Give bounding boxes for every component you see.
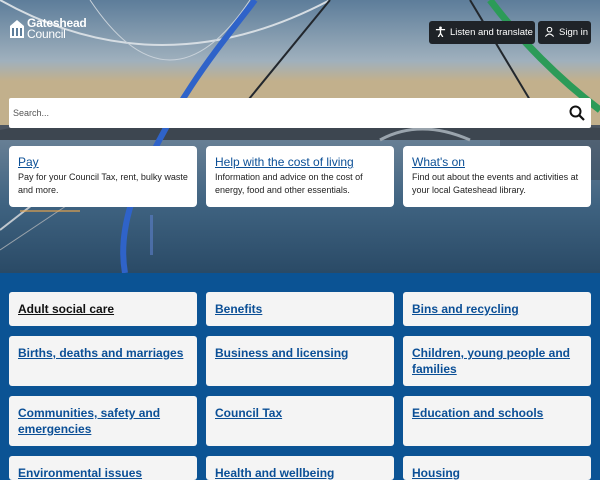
listen-and-translate-button[interactable]: Listen and translate: [429, 21, 535, 44]
search-input[interactable]: [9, 98, 559, 128]
service-link-children-young-people-families[interactable]: Children, young people and families: [403, 336, 591, 386]
promo-title-pay[interactable]: Pay: [18, 155, 188, 169]
council-building-icon: [10, 20, 24, 38]
promo-title-cost-of-living[interactable]: Help with the cost of living: [215, 155, 385, 169]
sign-in-button[interactable]: Sign in: [538, 21, 591, 44]
service-link-adult-social-care[interactable]: Adult social care: [9, 292, 197, 326]
search-bar: [9, 98, 591, 128]
service-link-education-and-schools[interactable]: Education and schools: [403, 396, 591, 446]
promo-desc-whats-on: Find out about the events and activities…: [412, 172, 579, 195]
promo-desc-cost-of-living: Information and advice on the cost of en…: [215, 172, 363, 195]
promo-title-whats-on[interactable]: What's on: [412, 155, 582, 169]
service-link-births-deaths-marriages[interactable]: Births, deaths and marriages: [9, 336, 197, 386]
service-link-communities-safety-emergencies[interactable]: Communities, safety and emergencies: [9, 396, 197, 446]
search-icon[interactable]: [569, 105, 585, 121]
service-link-business-and-licensing[interactable]: Business and licensing: [206, 336, 394, 386]
service-link-council-tax[interactable]: Council Tax: [206, 396, 394, 446]
promo-desc-pay: Pay for your Council Tax, rent, bulky wa…: [18, 172, 188, 195]
promo-card-pay[interactable]: Pay Pay for your Council Tax, rent, bulk…: [9, 146, 197, 207]
hero-banner: Gateshead Council Listen and translate S…: [0, 0, 600, 273]
promo-card-cost-of-living[interactable]: Help with the cost of living Information…: [206, 146, 394, 207]
brand-name: Gateshead Council: [27, 17, 87, 41]
services-grid: Adult social care Benefits Bins and recy…: [0, 273, 600, 480]
promo-card-whats-on[interactable]: What's on Find out about the events and …: [403, 146, 591, 207]
user-icon: [544, 26, 555, 37]
listen-label: Listen and translate: [450, 27, 533, 38]
service-link-bins-and-recycling[interactable]: Bins and recycling: [403, 292, 591, 326]
service-link-health-and-wellbeing[interactable]: Health and wellbeing: [206, 456, 394, 480]
service-link-housing[interactable]: Housing: [403, 456, 591, 480]
gateshead-council-logo[interactable]: Gateshead Council: [10, 17, 90, 42]
accessibility-person-icon: [435, 26, 446, 37]
brand-line-2: Council: [27, 27, 66, 41]
service-link-benefits[interactable]: Benefits: [206, 292, 394, 326]
service-link-environmental-issues[interactable]: Environmental issues: [9, 456, 197, 480]
sign-in-label: Sign in: [559, 27, 589, 38]
